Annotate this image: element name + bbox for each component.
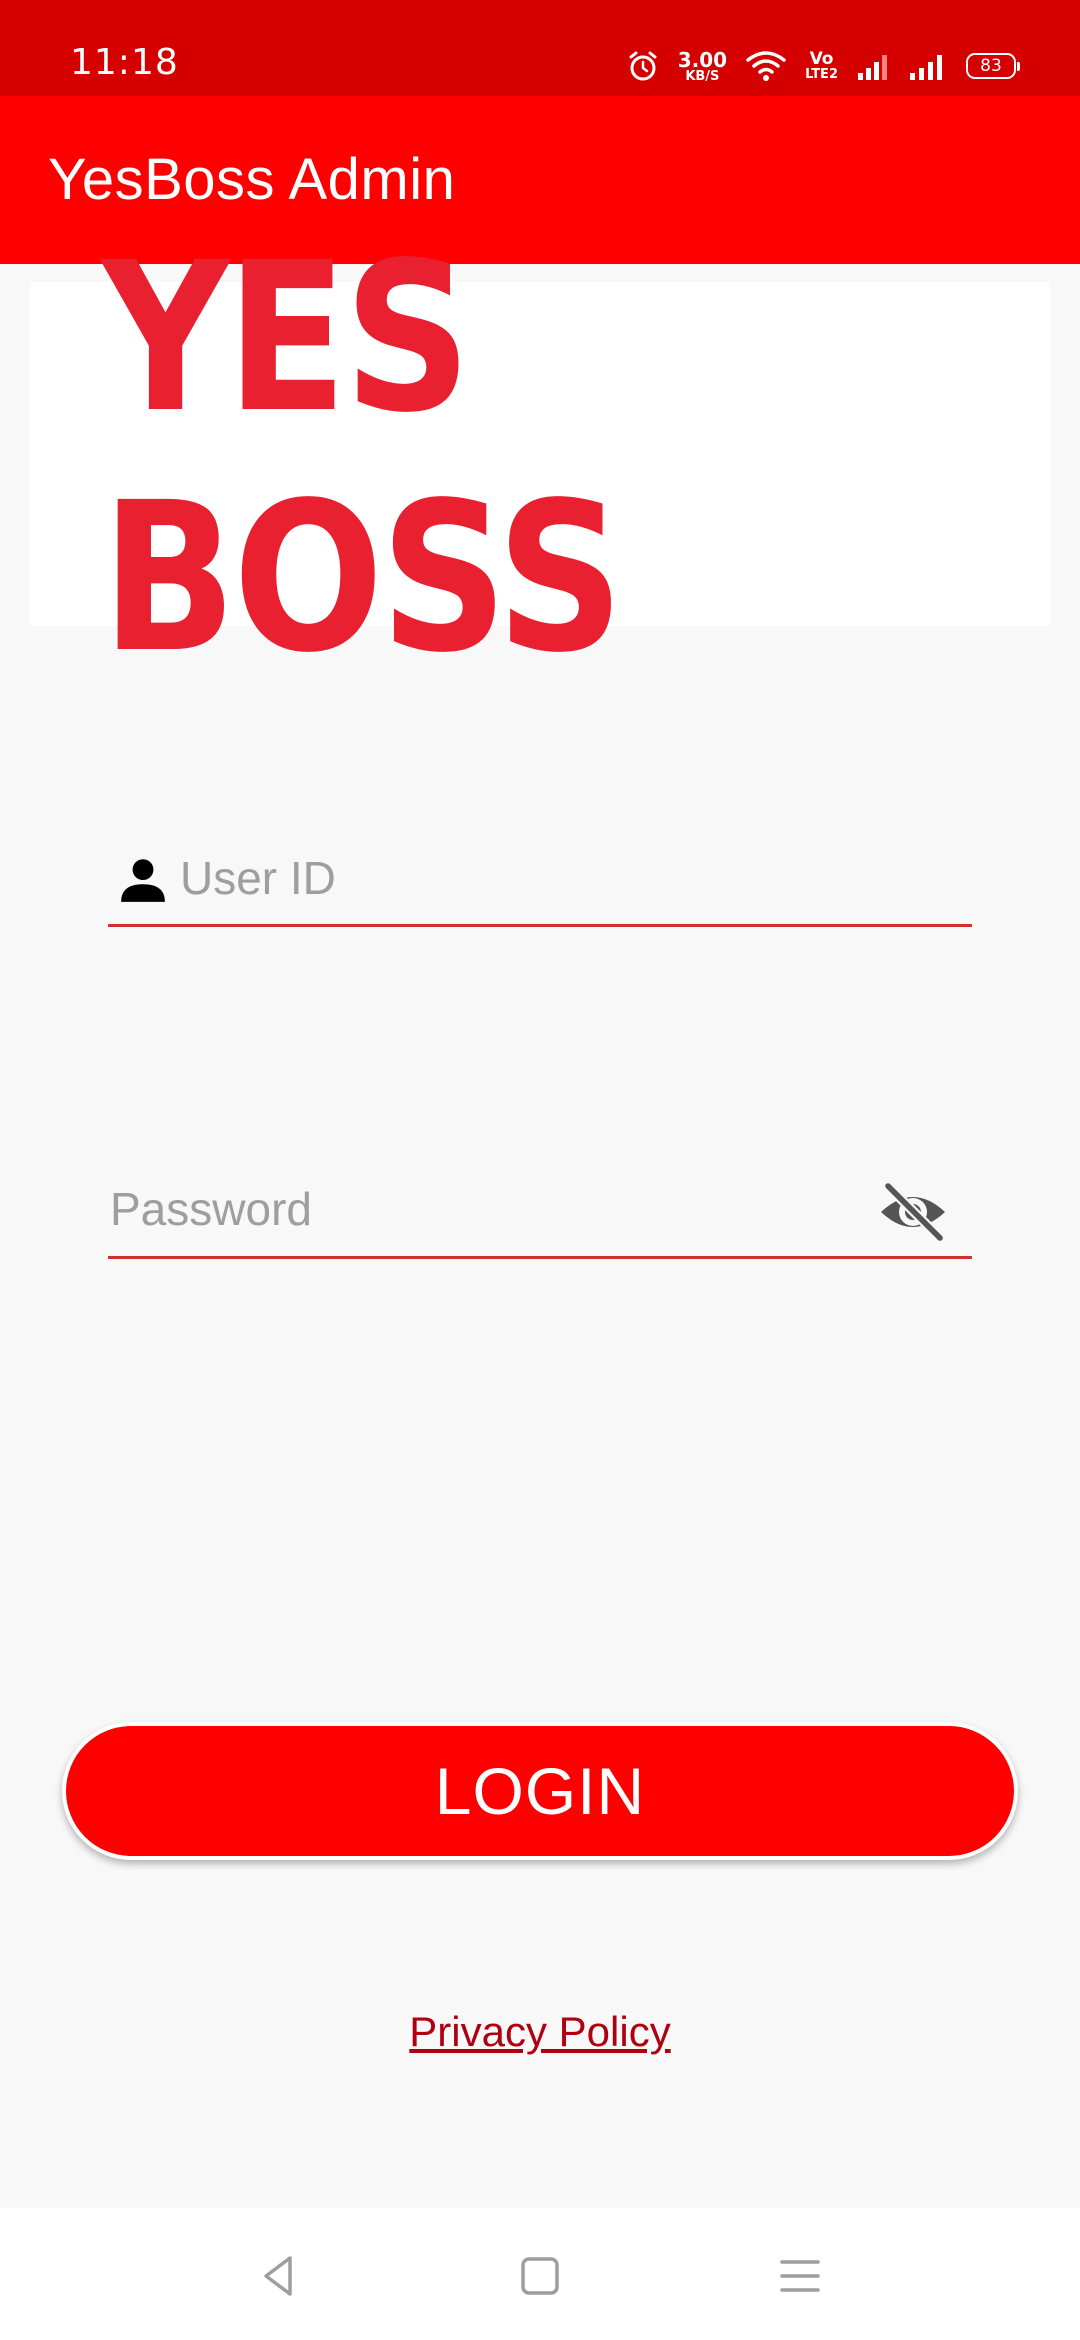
network-speed-value: 3.00	[677, 47, 728, 72]
volte-bottom: LTE2	[805, 67, 838, 82]
network-speed: 3.00 KB/S	[678, 50, 727, 83]
person-icon	[121, 859, 165, 902]
volte-top: Vo	[809, 49, 834, 69]
status-icons: 3.00 KB/S Vo LTE2 83	[626, 44, 1020, 88]
recents-icon[interactable]	[770, 2246, 830, 2306]
status-time: 11:18	[70, 42, 179, 83]
signal-icon	[910, 55, 942, 80]
eye-off-icon[interactable]	[878, 1182, 948, 1242]
volte-icon: Vo LTE2	[805, 49, 838, 82]
password-input[interactable]	[108, 1160, 872, 1258]
login-button[interactable]: LOGIN	[62, 1722, 1018, 1860]
user-id-input[interactable]	[178, 830, 962, 926]
password-field[interactable]	[108, 1160, 972, 1259]
status-bar: 11:18 3.00 KB/S Vo LTE2 83	[0, 0, 1080, 96]
signal-icon	[858, 55, 887, 80]
battery-level: 83	[980, 56, 1002, 76]
user-id-field[interactable]	[108, 830, 972, 927]
alarm-icon	[629, 51, 657, 81]
app-title: YesBoss Admin	[48, 147, 456, 212]
system-nav-bar	[0, 2208, 1080, 2340]
login-screen: 11:18 3.00 KB/S Vo LTE2 83 YesBoss Admin…	[0, 0, 1080, 2340]
logo-banner: YES BOSS	[30, 218, 1050, 698]
back-icon[interactable]	[250, 2246, 310, 2306]
network-speed-unit: KB/S	[685, 68, 720, 84]
battery-icon: 83	[966, 53, 1020, 79]
logo: YES BOSS	[101, 218, 624, 698]
privacy-policy-link[interactable]: Privacy Policy	[0, 2008, 1080, 2056]
home-icon[interactable]	[510, 2246, 570, 2306]
wifi-icon	[746, 51, 786, 81]
